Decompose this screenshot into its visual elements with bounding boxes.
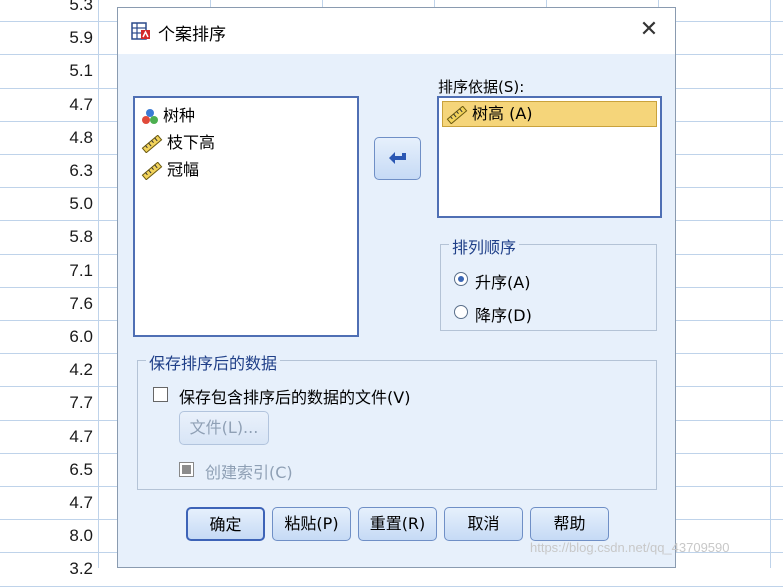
save-file-checkbox[interactable] xyxy=(153,387,168,402)
variable-label: 树种 xyxy=(163,106,196,125)
spreadsheet-cell[interactable]: 4.8 xyxy=(0,121,93,154)
help-button[interactable]: 帮助 xyxy=(530,507,609,541)
scale-variable-icon xyxy=(446,105,468,124)
sort-by-item-label: 树高 (A) xyxy=(472,104,533,123)
order-group-title: 排列顺序 xyxy=(449,234,520,258)
spreadsheet-cell[interactable]: 6.0 xyxy=(0,320,93,353)
spreadsheet-cell[interactable]: 5.9 xyxy=(0,21,93,54)
grid-column-line xyxy=(98,0,99,568)
source-variable-list[interactable]: 树种 枝下高 冠幅 xyxy=(133,96,359,337)
grid-row-line xyxy=(0,585,783,587)
spreadsheet-cell[interactable]: 4.7 xyxy=(0,88,93,121)
variable-label: 枝下高 xyxy=(167,133,216,152)
variable-item[interactable]: 枝下高 xyxy=(141,130,215,156)
spreadsheet-cell[interactable]: 4.7 xyxy=(0,420,93,453)
paste-button[interactable]: 粘贴(P) xyxy=(272,507,351,541)
create-index-checkbox[interactable] xyxy=(179,462,194,477)
create-index-label[interactable]: 创建索引(C) xyxy=(205,459,293,483)
watermark-text: https://blog.csdn.net/qq_43709590 xyxy=(530,540,730,555)
variable-label: 冠幅 xyxy=(167,160,200,179)
spreadsheet-cell[interactable]: 5.1 xyxy=(0,54,93,87)
save-group-title: 保存排序后的数据 xyxy=(146,350,281,374)
order-group: 排列顺序 升序(A) 降序(D) xyxy=(440,234,657,331)
spreadsheet-cell[interactable]: 3.2 xyxy=(0,552,93,585)
sort-by-label: 排序依据(S): xyxy=(438,78,525,96)
cancel-button[interactable]: 取消 xyxy=(444,507,523,541)
spreadsheet-cell[interactable]: 4.2 xyxy=(0,353,93,386)
descending-radio[interactable] xyxy=(454,305,468,319)
spreadsheet-cell[interactable]: 5.8 xyxy=(0,220,93,253)
spreadsheet-cell[interactable]: 8.0 xyxy=(0,519,93,552)
ok-button[interactable]: 确定 xyxy=(186,507,265,541)
spreadsheet-cell[interactable]: 7.1 xyxy=(0,254,93,287)
scale-variable-icon xyxy=(141,161,163,180)
save-file-label[interactable]: 保存包含排序后的数据的文件(V) xyxy=(179,384,410,408)
close-button[interactable]: ✕ xyxy=(637,18,661,42)
scale-variable-icon xyxy=(141,134,163,153)
sort-by-list[interactable]: 树高 (A) xyxy=(437,96,662,218)
spreadsheet-cell[interactable]: 6.5 xyxy=(0,453,93,486)
nominal-variable-icon xyxy=(142,108,158,124)
sort-cases-icon xyxy=(131,22,150,40)
sort-by-item-selected[interactable]: 树高 (A) xyxy=(442,101,657,127)
spreadsheet-cell[interactable]: 7.7 xyxy=(0,386,93,419)
spreadsheet-cell[interactable]: 5.3 xyxy=(0,0,93,21)
dialog-titlebar: 个案排序 ✕ xyxy=(118,8,675,54)
spreadsheet-cell[interactable]: 7.6 xyxy=(0,287,93,320)
ascending-radio[interactable] xyxy=(454,272,468,286)
spreadsheet-cell[interactable]: 4.7 xyxy=(0,486,93,519)
variable-item[interactable]: 冠幅 xyxy=(141,157,199,183)
reset-button[interactable]: 重置(R) xyxy=(358,507,437,541)
dialog-title: 个案排序 xyxy=(158,25,226,45)
spreadsheet-cell[interactable]: 5.0 xyxy=(0,187,93,220)
arrow-left-icon xyxy=(388,151,406,164)
grid-column-line xyxy=(770,0,771,568)
descending-label[interactable]: 降序(D) xyxy=(475,302,532,326)
variable-item[interactable]: 树种 xyxy=(141,103,195,129)
save-sorted-data-group: 保存排序后的数据 保存包含排序后的数据的文件(V) 文件(L)... 创建索引(… xyxy=(137,350,657,490)
move-variable-button[interactable] xyxy=(374,137,421,180)
sort-cases-dialog: 个案排序 ✕ 树种 枝下高 冠幅 排序依据(S): 树高 (A) 排列顺序 升序… xyxy=(117,7,676,568)
file-button[interactable]: 文件(L)... xyxy=(179,411,269,445)
ascending-label[interactable]: 升序(A) xyxy=(475,269,530,293)
spreadsheet-cell[interactable]: 6.3 xyxy=(0,154,93,187)
